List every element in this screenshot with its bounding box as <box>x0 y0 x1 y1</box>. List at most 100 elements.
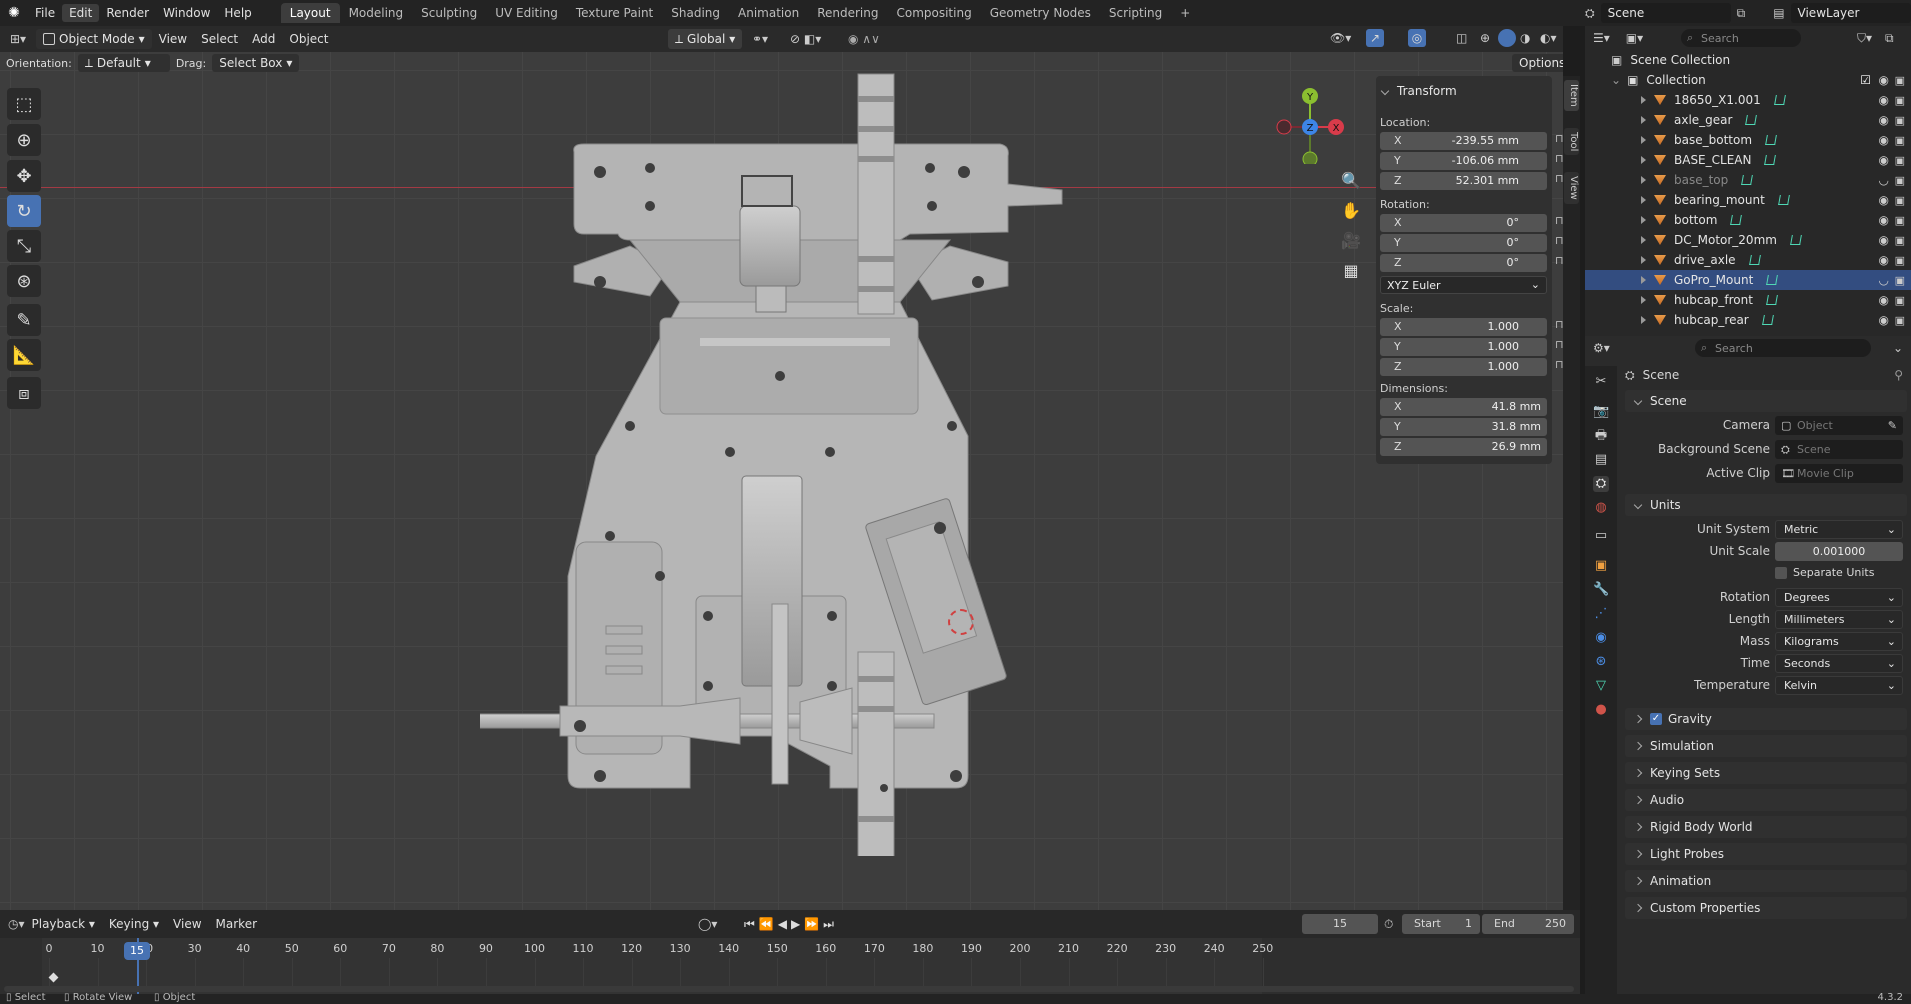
outliner-collection[interactable]: ⌄ ▣ Collection ☑ ◉ ▣ <box>1585 70 1911 90</box>
unit-scale-field[interactable]: 0.001000 <box>1775 542 1903 561</box>
camera-icon[interactable]: ▣ <box>1895 74 1905 87</box>
transform-tool[interactable]: ⊛ <box>7 265 41 297</box>
editor-type-icon[interactable]: ⚙▾ <box>1593 341 1610 355</box>
mesh-data-icon[interactable] <box>1764 155 1777 165</box>
playhead-marker[interactable]: 15 <box>124 942 150 960</box>
camera-icon[interactable]: ▣ <box>1895 174 1905 187</box>
dimensions-x-field[interactable]: X 41.8 mm <box>1380 398 1547 416</box>
menu-select[interactable]: Select <box>194 26 245 52</box>
tab-uv-editing[interactable]: UV Editing <box>486 3 567 23</box>
world-tab-icon[interactable]: ◍ <box>1593 500 1609 516</box>
outliner-search-input[interactable]: ⌕ Search <box>1681 29 1801 47</box>
scale-z-field[interactable]: Z 1.000 ⊓ <box>1380 358 1564 376</box>
display-mode-icon[interactable]: ▣▾ <box>1626 31 1643 45</box>
camera-icon[interactable]: ▣ <box>1895 234 1905 247</box>
outliner-item[interactable]: bearing_mount ◉ ▣ <box>1585 190 1911 210</box>
transform-header[interactable]: Transform <box>1380 84 1457 98</box>
proportional-edit-icon[interactable]: ◉ ∧∨ <box>848 32 880 46</box>
menu-keying[interactable]: Keying ▾ <box>102 911 166 937</box>
eye-icon[interactable]: ◉ <box>1879 113 1889 127</box>
outliner-item[interactable]: drive_axle ◉ ▣ <box>1585 250 1911 270</box>
units-section-header[interactable]: Units <box>1625 494 1907 516</box>
outliner-item[interactable]: hubcap_rear ◉ ▣ <box>1585 310 1911 330</box>
expand-chevron-icon[interactable] <box>1641 156 1646 164</box>
eye-icon[interactable]: ◉ <box>1879 193 1889 207</box>
eye-icon[interactable]: ◉ <box>1879 213 1889 227</box>
end-frame-field[interactable]: End 250 <box>1482 914 1574 934</box>
expand-chevron-icon[interactable] <box>1641 96 1646 104</box>
separate-units-checkbox[interactable]: Separate Units <box>1775 566 1874 579</box>
navigation-gizmo[interactable]: Y X Z <box>1270 84 1350 164</box>
tab-view[interactable]: View <box>1564 172 1579 204</box>
dimensions-y-field[interactable]: Y 31.8 mm <box>1380 418 1547 436</box>
add-cube-tool[interactable]: ⧈ <box>7 377 41 409</box>
particles-tab-icon[interactable]: ⋰ <box>1593 606 1609 622</box>
expand-chevron-icon[interactable] <box>1641 256 1646 264</box>
expand-chevron-icon[interactable] <box>1641 136 1646 144</box>
data-tab-icon[interactable]: ▽ <box>1593 678 1609 694</box>
eyedropper-icon[interactable]: ✎ <box>1888 419 1897 432</box>
camera-icon[interactable]: ▣ <box>1895 254 1905 267</box>
visibility-icon[interactable]: 👁▾ <box>1330 31 1351 45</box>
pivot-icon[interactable]: ⚭▾ <box>752 32 768 46</box>
rotation-mode-dropdown[interactable]: XYZ Euler ⌄ <box>1380 276 1547 294</box>
tab-item[interactable]: Item <box>1564 80 1579 111</box>
tab-layout[interactable]: Layout <box>280 3 340 23</box>
filter-icon[interactable]: ⛉▾ <box>1857 31 1872 46</box>
camera-icon[interactable]: ▣ <box>1895 134 1905 147</box>
physics-tab-icon[interactable]: ◉ <box>1593 630 1609 646</box>
add-workspace-button[interactable]: + <box>1171 3 1199 23</box>
material-tab-icon[interactable]: ● <box>1593 702 1609 718</box>
annotate-tool[interactable]: ✎ <box>7 304 41 336</box>
mesh-data-icon[interactable] <box>1748 255 1761 265</box>
outliner-item[interactable]: base_bottom ◉ ▣ <box>1585 130 1911 150</box>
eye-icon[interactable]: ◉ <box>1879 153 1889 167</box>
tool-tab-icon[interactable]: ✂ <box>1593 374 1609 390</box>
menu-edit[interactable]: Edit <box>62 4 100 22</box>
orientation-dropdown[interactable]: ⟂ Default ▾ <box>77 54 170 72</box>
outliner-item[interactable]: axle_gear ◉ ▣ <box>1585 110 1911 130</box>
render-tab-icon[interactable]: 📷 <box>1593 404 1609 420</box>
expand-chevron-icon[interactable] <box>1641 216 1646 224</box>
expand-chevron-icon[interactable] <box>1641 316 1646 324</box>
camera-icon[interactable]: ▣ <box>1895 114 1905 127</box>
timeline-area[interactable]: 0102030405060708090100110120130140150160… <box>0 938 1580 994</box>
editor-type-icon[interactable]: ☰▾ <box>1593 31 1610 45</box>
rotate-tool[interactable]: ↻ <box>7 195 41 227</box>
select-box-tool[interactable]: ⬚ <box>7 88 41 120</box>
eye-icon[interactable]: ◉ <box>1879 253 1889 267</box>
mesh-data-icon[interactable] <box>1777 195 1790 205</box>
camera-icon[interactable]: ▣ <box>1895 94 1905 107</box>
mesh-data-icon[interactable] <box>1765 135 1777 145</box>
camera-icon[interactable]: ▣ <box>1895 154 1905 167</box>
ortho-grid-icon[interactable]: ▦ <box>1337 256 1365 284</box>
checkbox-icon[interactable]: ☑ <box>1860 73 1871 87</box>
menu-view[interactable]: View <box>152 26 194 52</box>
move-tool[interactable]: ✥ <box>7 160 41 192</box>
location-z-field[interactable]: Z 52.301 mm ⊓ <box>1380 172 1564 190</box>
outliner-item[interactable]: bottom ◉ ▣ <box>1585 210 1911 230</box>
new-scene-icon[interactable]: ⧉ <box>1737 6 1746 21</box>
current-frame-field[interactable]: 15 <box>1302 914 1378 934</box>
expand-chevron-icon[interactable] <box>1641 116 1646 124</box>
menu-window[interactable]: Window <box>156 0 217 26</box>
tab-texture-paint[interactable]: Texture Paint <box>567 3 662 23</box>
mesh-data-icon[interactable] <box>1766 295 1778 305</box>
outliner-item[interactable]: DC_Motor_20mm ◉ ▣ <box>1585 230 1911 250</box>
transform-orientation-dropdown[interactable]: ⟂ Global ▾ <box>668 29 743 49</box>
new-collection-icon[interactable]: ⧉ <box>1885 31 1894 46</box>
menu-file[interactable]: File <box>28 0 62 26</box>
editor-type-icon[interactable]: ⊞▾ <box>0 32 36 46</box>
expand-chevron-icon[interactable] <box>1641 296 1646 304</box>
playback-controls[interactable]: ⏮⏪◀▶⏩⏭ <box>744 917 838 932</box>
collection-tab-icon[interactable]: ▭ <box>1593 528 1609 544</box>
location-x-field[interactable]: X -239.55 mm ⊓ <box>1380 132 1564 150</box>
overlay-toggle-icon[interactable]: ◎ <box>1408 29 1426 47</box>
mesh-data-icon[interactable] <box>1773 95 1786 105</box>
menu-timeline-view[interactable]: View <box>166 911 208 937</box>
keying-sets-section-header[interactable]: Keying Sets <box>1625 762 1907 784</box>
mode-selector[interactable]: Object Mode ▾ <box>36 29 152 49</box>
active-clip-field[interactable]: 🎞 Movie Clip <box>1775 464 1903 483</box>
location-y-field[interactable]: Y -106.06 mm ⊓ <box>1380 152 1564 170</box>
rendered-shading-icon[interactable]: ◐▾ <box>1540 31 1557 45</box>
